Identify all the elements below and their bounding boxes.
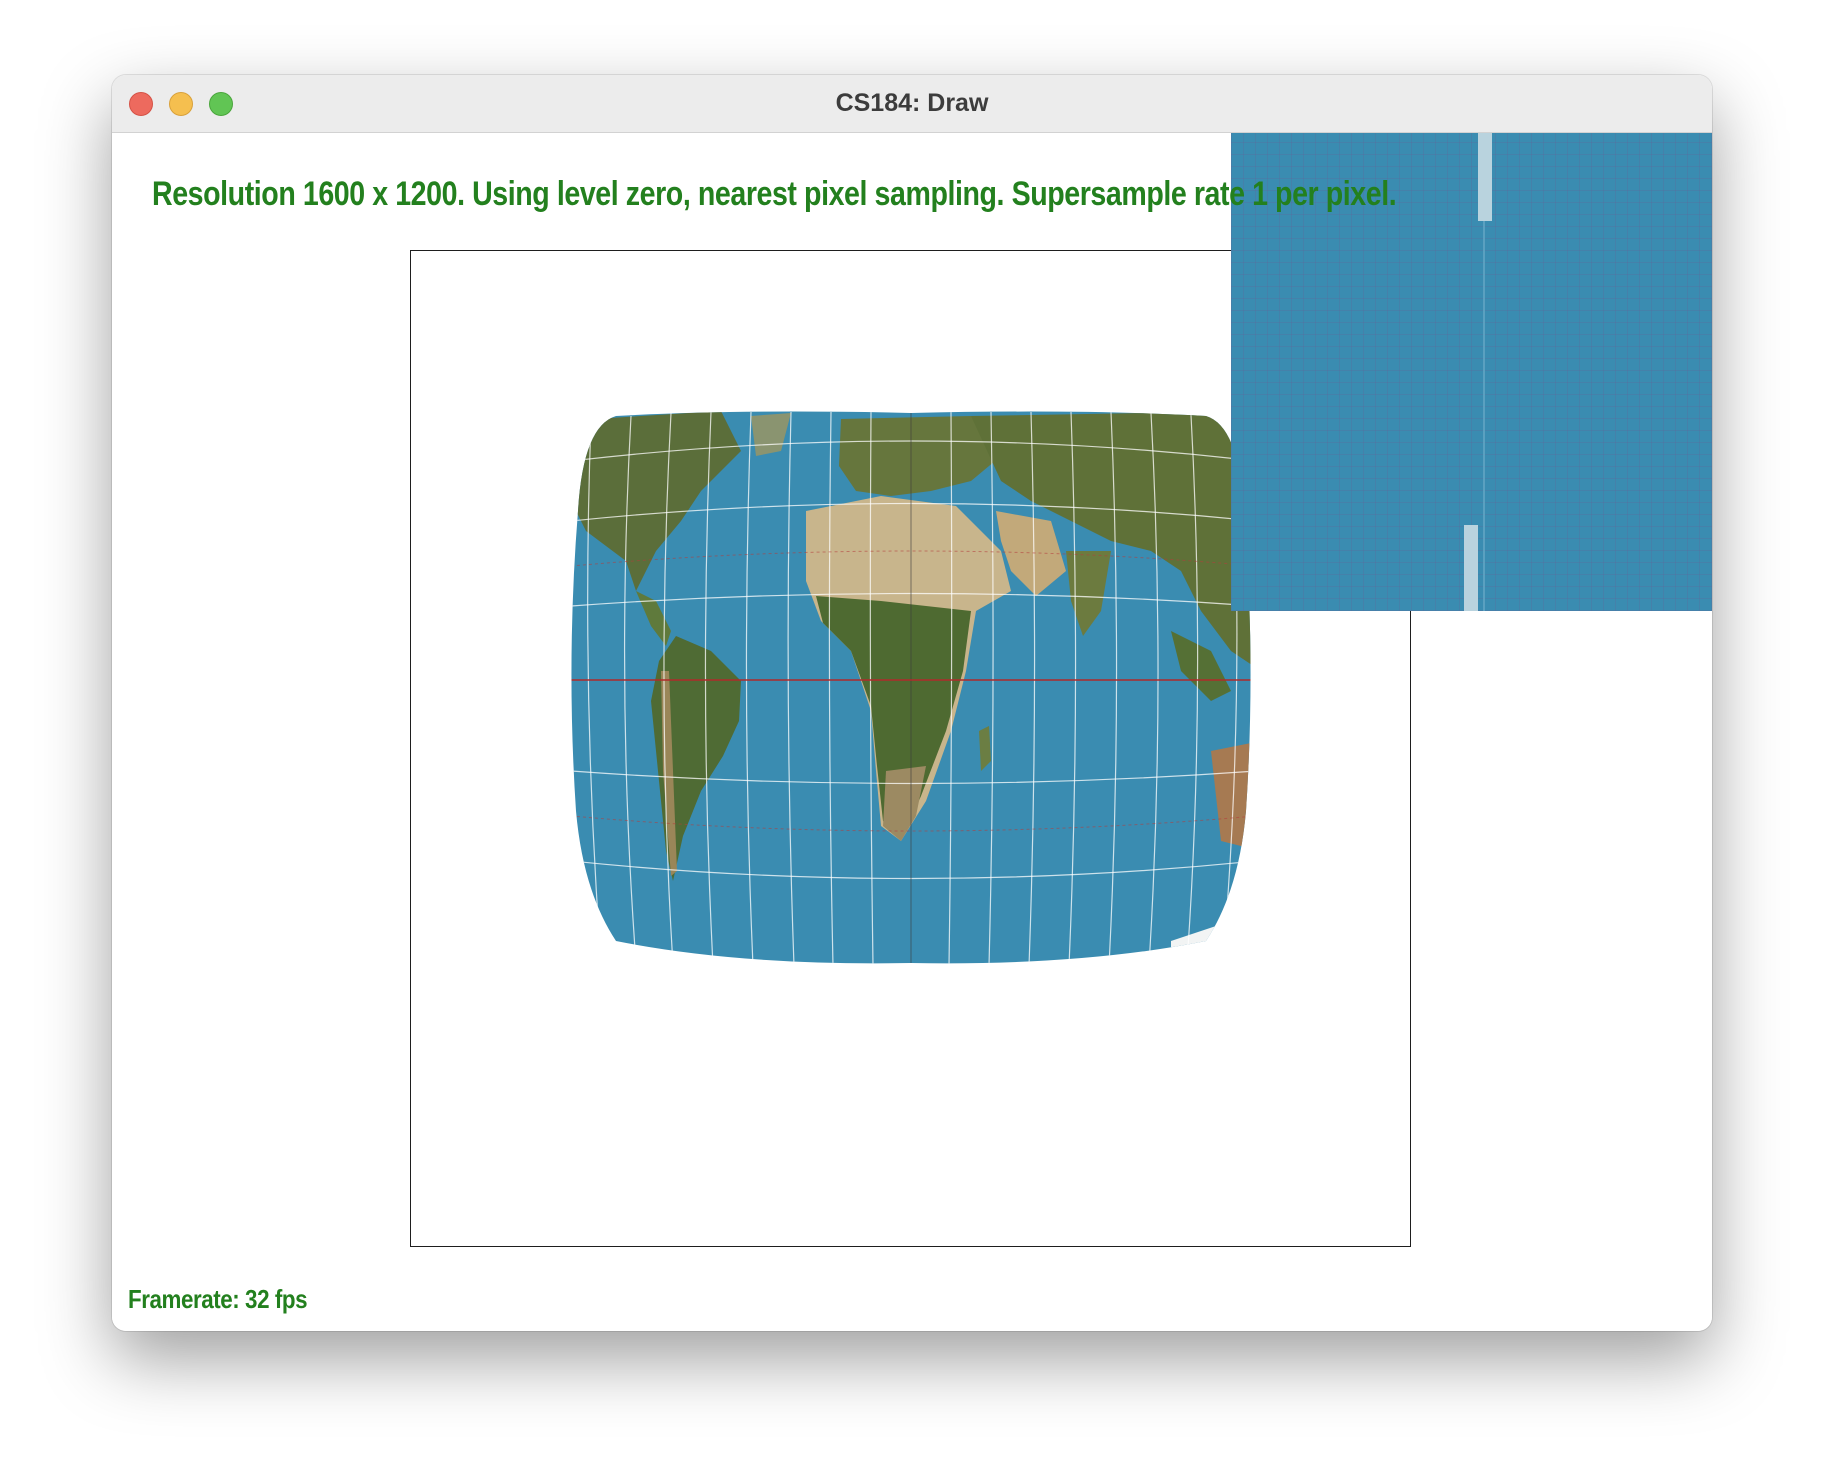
- framerate-info: Framerate: 32 fps: [128, 1284, 308, 1314]
- app-window: CS184: Draw Resolution 1600 x 1200. Usin…: [112, 75, 1712, 1331]
- title-bar[interactable]: CS184: Draw: [112, 75, 1712, 133]
- window-title: CS184: Draw: [835, 89, 989, 117]
- resolution-info: Resolution 1600 x 1200. Using level zero…: [152, 175, 1397, 213]
- zoom-graticule-segment-bottom: [1464, 525, 1478, 611]
- zoom-graticule-segment-top: [1478, 133, 1492, 221]
